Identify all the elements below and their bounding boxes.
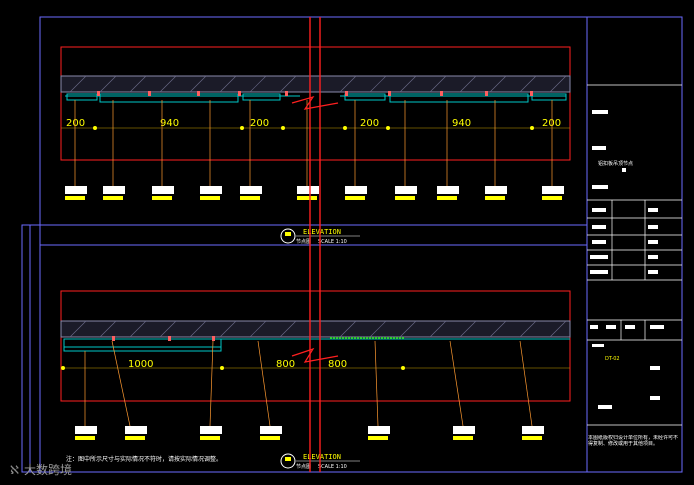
bottom-concrete-slab xyxy=(60,320,571,338)
top-callout-tags xyxy=(65,186,564,200)
bottom-elevation-view: 1000 800 800 注：图中所示尺寸与实际情况不符时，请按实际情况调整。 xyxy=(60,290,571,470)
top-elevation-view: 200 940 200 200 940 200 ELEVATION 节点图 SC… xyxy=(60,46,571,245)
bottom-view-note: 注：图中所示尺寸与实际情况不符时，请按实际情况调整。 xyxy=(66,455,222,463)
project-mark xyxy=(622,168,626,172)
top-break-line xyxy=(291,95,339,110)
top-dim-4: 200 xyxy=(360,118,379,129)
bottom-view-title-text: ELEVATION xyxy=(303,453,341,461)
watermark: ℵ 大数跨境 xyxy=(10,462,72,477)
project-name: 铝扣板吊顶节点 xyxy=(598,160,633,167)
binding-strip xyxy=(21,224,41,473)
cad-drawing-sheet: 200 940 200 200 940 200 ELEVATION 节点图 SC… xyxy=(10,16,683,477)
title-block-labels xyxy=(590,110,664,409)
bottom-ceiling-panels xyxy=(63,338,570,352)
top-tag-box xyxy=(65,186,87,194)
notice-box: 本图纸版权归设计单位所有，未经许可不得复制、修改或用于其他项目。 xyxy=(588,435,679,447)
bottom-dim-2: 800 xyxy=(276,359,295,370)
top-dim-5: 940 xyxy=(452,118,471,129)
top-dim-3: 200 xyxy=(250,118,269,129)
top-dim-6: 200 xyxy=(542,118,561,129)
top-ceiling-panels xyxy=(65,93,567,103)
copyright-notice: 本图纸版权归设计单位所有，未经许可不得复制、修改或用于其他项目。 xyxy=(588,435,679,447)
top-view-boundary xyxy=(60,46,571,161)
bottom-view-subtitle: 节点图 xyxy=(296,464,311,470)
top-dim-2: 940 xyxy=(160,118,179,129)
top-view-title-text: ELEVATION xyxy=(303,228,341,236)
top-view-scale: SCALE 1:10 xyxy=(318,239,347,245)
watermark-logo-icon: ℵ xyxy=(10,463,19,477)
bottom-callout-leaders xyxy=(84,340,533,427)
bottom-dim-3: 800 xyxy=(328,359,347,370)
bottom-view-scale: SCALE 1:10 xyxy=(318,464,347,470)
top-concrete-slab xyxy=(60,75,571,93)
top-callout-leaders xyxy=(74,100,553,186)
drawing-number: DT-02 xyxy=(605,356,620,362)
bottom-view-boundary xyxy=(60,290,571,402)
top-dim-1: 200 xyxy=(66,118,85,129)
watermark-text: 大数跨境 xyxy=(24,462,72,477)
top-view-subtitle: 节点图 xyxy=(296,239,311,245)
bottom-dim-1: 1000 xyxy=(128,359,153,370)
